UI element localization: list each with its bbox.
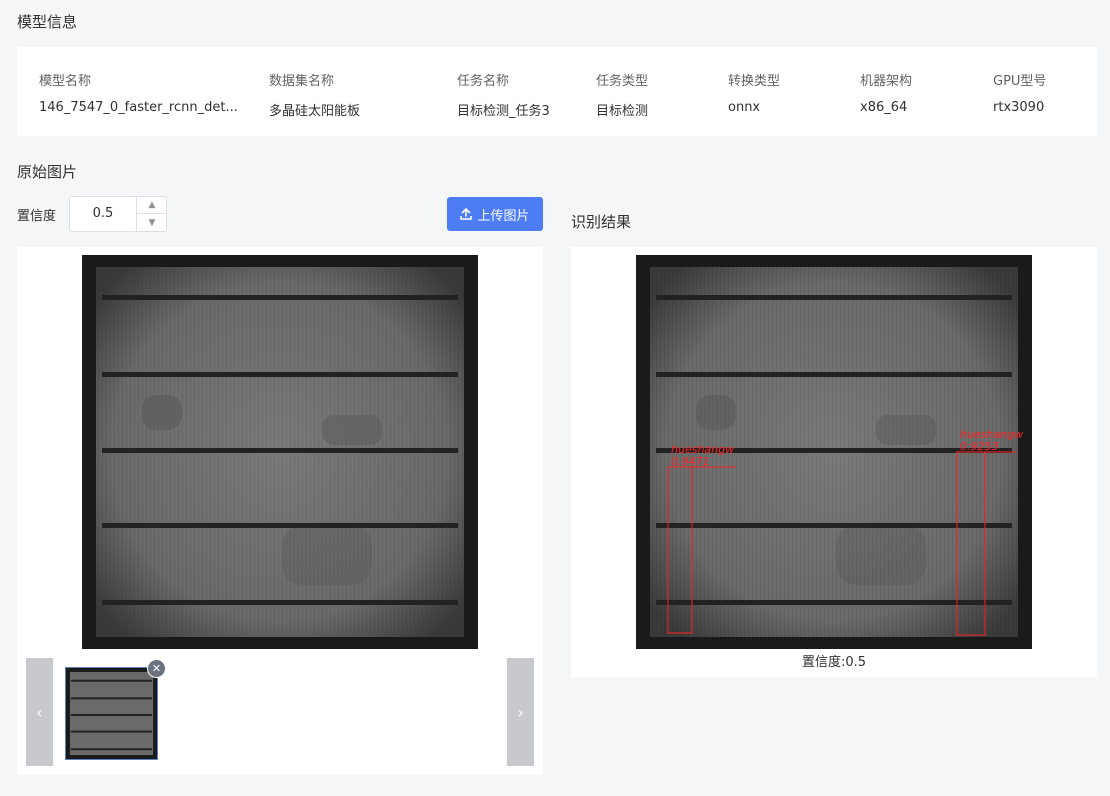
- result-title: 识别结果: [571, 213, 632, 231]
- original-image-panel: ‹ ✕ ›: [17, 247, 543, 775]
- close-circle-icon[interactable]: ✕: [147, 659, 166, 678]
- col-header-dataset-name: 数据集名称: [269, 74, 335, 89]
- stepper-buttons: ▲ ▼: [136, 197, 167, 231]
- thumbnail-image[interactable]: [65, 667, 158, 760]
- original-image-title: 原始图片: [17, 163, 78, 181]
- col-header-gpu-model: GPU型号: [993, 74, 1047, 89]
- upload-button-label: 上传图片: [477, 208, 530, 224]
- convert-type-value: onnx: [728, 100, 761, 115]
- detection-2-score: 0.9253: [960, 440, 999, 453]
- result-solar-image: hueshangw 0.9471 hueshangw 0.9253: [636, 255, 1032, 649]
- confidence-input[interactable]: 0.5: [70, 197, 136, 231]
- col-header-model-name: 模型名称: [39, 74, 92, 89]
- confidence-label: 置信度: [17, 209, 57, 224]
- chevron-down-icon[interactable]: ▼: [137, 214, 167, 231]
- thumbnail-prev-button[interactable]: ‹: [26, 658, 53, 766]
- task-name-value: 目标检测_任务3: [457, 104, 550, 119]
- dataset-name-value: 多晶硅太阳能板: [269, 104, 361, 119]
- thumbnail-next-button[interactable]: ›: [507, 658, 534, 766]
- machine-arch-value: x86_64: [860, 100, 908, 115]
- chevron-up-icon[interactable]: ▲: [137, 197, 167, 214]
- result-confidence-caption: 置信度:0.5: [801, 655, 867, 670]
- confidence-stepper[interactable]: 0.5 ▲ ▼: [69, 196, 167, 232]
- model-name-value: 146_7547_0_faster_rcnn_det...: [39, 100, 238, 115]
- upload-icon: [460, 208, 473, 220]
- gpu-model-value: rtx3090: [993, 100, 1045, 115]
- chevron-right-icon: ›: [517, 702, 524, 722]
- upload-image-button[interactable]: 上传图片: [447, 197, 543, 231]
- result-image-panel: hueshangw 0.9471 hueshangw 0.9253 置信度:0.…: [571, 247, 1097, 677]
- model-info-card: 模型名称 146_7547_0_faster_rcnn_det... 数据集名称…: [17, 47, 1097, 136]
- model-info-title: 模型信息: [17, 13, 78, 31]
- original-solar-image: [82, 255, 478, 649]
- col-header-task-name: 任务名称: [457, 74, 510, 89]
- col-header-machine-arch: 机器架构: [860, 74, 913, 89]
- chevron-left-icon: ‹: [36, 702, 43, 722]
- col-header-task-type: 任务类型: [596, 74, 649, 89]
- task-type-value: 目标检测: [596, 104, 649, 119]
- col-header-convert-type: 转换类型: [728, 74, 781, 89]
- detection-1-score: 0.9471: [671, 455, 710, 468]
